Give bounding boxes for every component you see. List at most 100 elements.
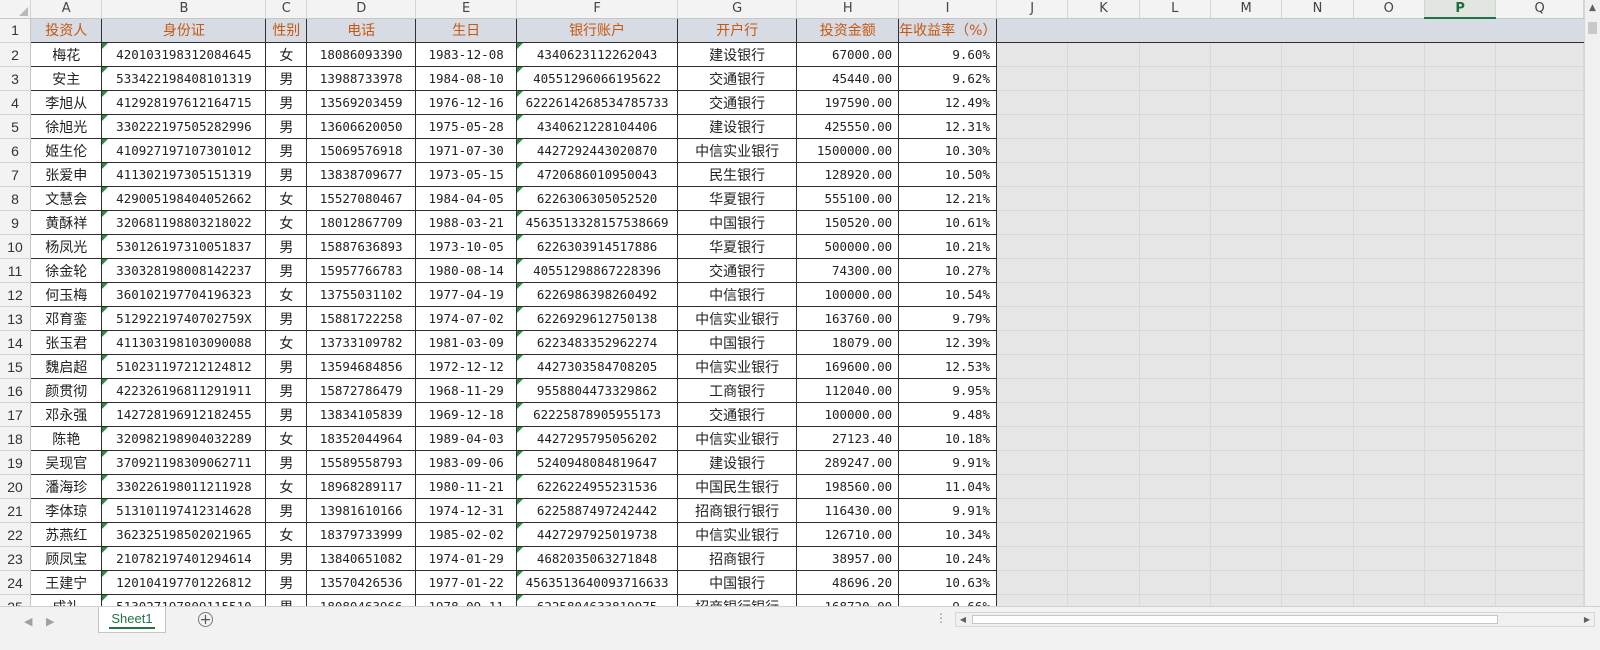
empty-cell[interactable] [1281,402,1354,427]
empty-cell[interactable] [1424,42,1497,67]
empty-cell[interactable] [1139,498,1211,523]
table-cell[interactable]: 梅花 [30,42,103,67]
table-cell[interactable]: 4563513640093716633 [516,570,679,595]
table-cell[interactable]: 100000.00 [796,402,900,427]
empty-cell[interactable] [1281,114,1354,139]
empty-cell[interactable] [1139,378,1211,403]
empty-cell[interactable] [1424,522,1497,547]
table-cell[interactable]: 建设银行 [677,114,798,139]
empty-cell[interactable] [1139,66,1211,91]
table-cell[interactable]: 10.54% [898,282,997,307]
add-sheet-icon[interactable]: + [198,612,213,627]
empty-cell[interactable] [1281,426,1354,451]
empty-cell[interactable] [996,162,1069,187]
table-cell[interactable]: 顾凤宝 [30,546,103,571]
table-cell[interactable]: 12.49% [898,90,997,115]
table-cell[interactable]: 杨凤光 [30,234,103,259]
table-cell[interactable]: 6223483352962274 [516,330,679,355]
scroll-left-icon[interactable]: ◀ [956,613,970,626]
table-cell[interactable]: 9.62% [898,66,997,91]
empty-cell[interactable] [1353,354,1425,379]
empty-cell[interactable] [1281,546,1354,571]
table-cell[interactable]: 男 [265,66,308,91]
empty-cell[interactable] [1353,138,1425,163]
empty-cell[interactable] [1210,546,1283,571]
table-cell[interactable]: 13569203459 [306,90,417,115]
empty-cell[interactable] [996,474,1069,499]
empty-cell[interactable] [1281,570,1354,595]
empty-cell[interactable] [1424,282,1497,307]
empty-cell[interactable] [1067,66,1140,91]
empty-cell[interactable] [1139,162,1211,187]
empty-cell[interactable] [1495,498,1584,523]
table-cell[interactable]: 6226306305052520 [516,186,679,211]
table-cell[interactable]: 文慧会 [30,186,103,211]
horizontal-scrollbar[interactable]: ◀ ▶ [955,612,1595,627]
table-cell[interactable]: 67000.00 [796,42,900,67]
table-cell[interactable]: 12.53% [898,354,997,379]
table-cell[interactable]: 中信实业银行 [677,354,798,379]
table-cell[interactable]: 38957.00 [796,546,900,571]
row-header[interactable]: 12 [0,282,32,307]
empty-cell[interactable] [1495,186,1584,211]
table-cell[interactable]: 姬生伦 [30,138,103,163]
table-cell[interactable]: 1974-01-29 [415,546,518,571]
empty-cell[interactable] [1067,402,1140,427]
table-cell[interactable]: 412928197612164715 [101,90,267,115]
table-cell[interactable]: 4427303584708205 [516,354,679,379]
empty-cell[interactable] [1210,210,1283,235]
table-cell[interactable]: 12.39% [898,330,997,355]
table-cell[interactable]: 9.91% [898,498,997,523]
empty-cell[interactable] [1495,402,1584,427]
empty-cell[interactable] [1067,282,1140,307]
empty-cell[interactable] [1495,210,1584,235]
table-cell[interactable]: 安主 [30,66,103,91]
column-header-e[interactable]: E [415,0,518,19]
column-header-k[interactable]: K [1067,0,1140,19]
empty-cell[interactable] [1067,138,1140,163]
column-header-o[interactable]: O [1353,0,1425,19]
empty-cell[interactable] [1281,450,1354,475]
empty-cell[interactable] [1210,498,1283,523]
empty-cell[interactable] [1353,42,1425,67]
empty-cell[interactable] [1139,42,1211,67]
empty-cell[interactable] [1139,450,1211,475]
table-cell[interactable]: 4340623112262043 [516,42,679,67]
empty-cell[interactable] [1067,42,1140,67]
empty-cell[interactable] [1139,282,1211,307]
table-cell[interactable]: 13838709677 [306,162,417,187]
empty-cell[interactable] [1424,570,1497,595]
table-cell[interactable]: 女 [265,330,308,355]
table-cell[interactable]: 女 [265,522,308,547]
empty-cell[interactable] [996,378,1069,403]
empty-cell[interactable] [1139,354,1211,379]
empty-cell[interactable] [1281,354,1354,379]
empty-cell[interactable] [996,42,1069,67]
empty-cell[interactable] [996,450,1069,475]
spreadsheet-grid[interactable]: ABCDEFGHIJKLMNOPQ 1 投资人 身份证 性别 电话 生日 银行账户 开户行 投资… [0,0,1584,620]
empty-cell[interactable] [1139,258,1211,283]
empty-cell[interactable] [1139,522,1211,547]
table-cell[interactable]: 12.21% [898,186,997,211]
empty-cell[interactable] [1353,66,1425,91]
table-cell[interactable]: 1977-01-22 [415,570,518,595]
table-cell[interactable]: 建设银行 [677,450,798,475]
table-cell[interactable]: 9558804473329862 [516,378,679,403]
table-cell[interactable]: 116430.00 [796,498,900,523]
empty-cell[interactable] [1067,186,1140,211]
table-cell[interactable]: 15527080467 [306,186,417,211]
table-cell[interactable]: 中信实业银行 [677,138,798,163]
empty-cell[interactable] [1067,426,1140,451]
empty-cell[interactable] [1424,234,1497,259]
table-cell[interactable]: 429005198404052662 [101,186,267,211]
row-header[interactable]: 20 [0,474,32,499]
empty-cell[interactable] [1281,474,1354,499]
empty-cell[interactable] [1210,138,1283,163]
empty-cell[interactable] [1353,378,1425,403]
empty-cell[interactable] [1139,90,1211,115]
table-cell[interactable]: 1983-09-06 [415,450,518,475]
empty-cell[interactable] [1139,210,1211,235]
table-cell[interactable]: 422326196811291911 [101,378,267,403]
column-title-cell[interactable]: 投资人 [30,17,103,43]
column-header-a[interactable]: A [30,0,103,19]
